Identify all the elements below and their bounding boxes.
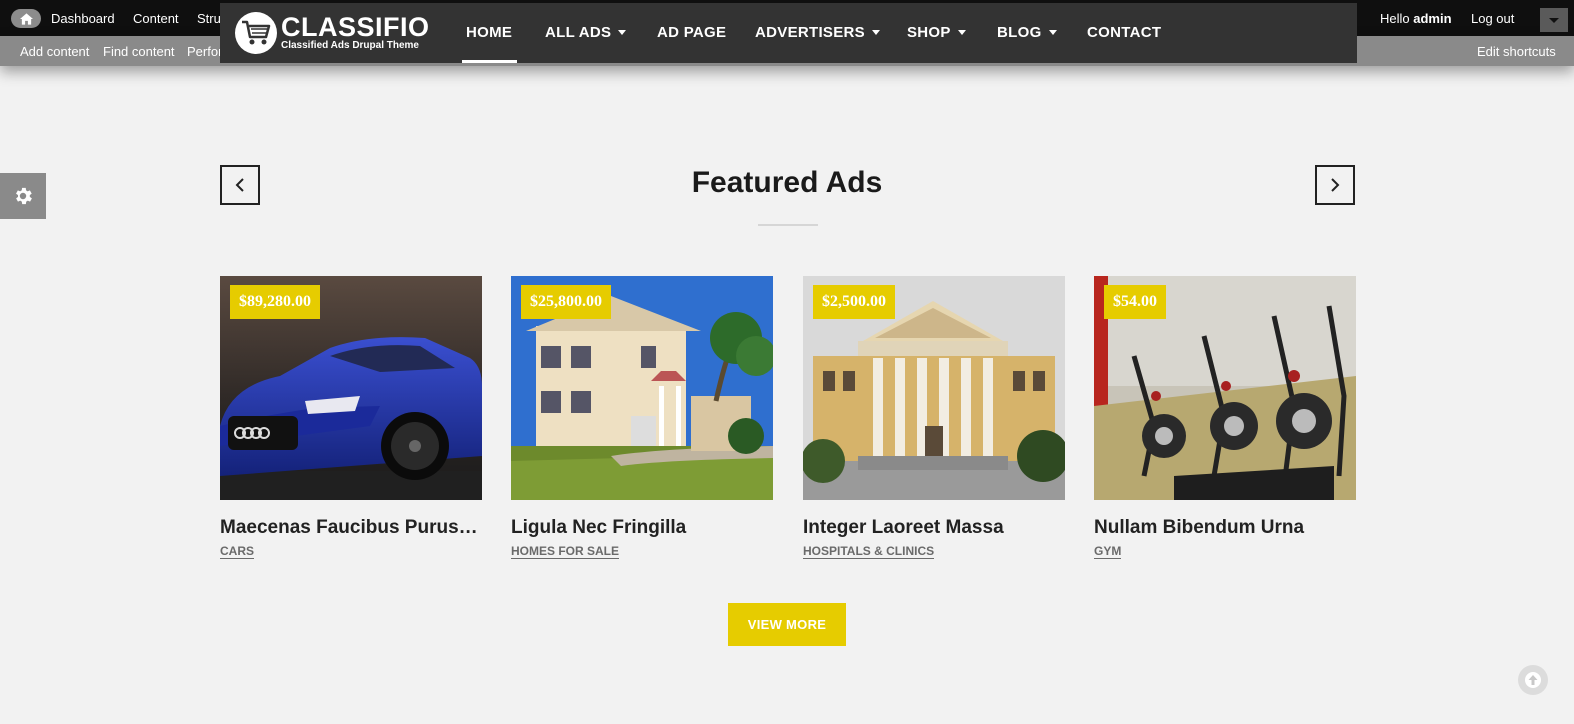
site-header: CLASSIFIO Classified Ads Drupal Theme HO… <box>220 3 1357 63</box>
hello-user: Hello admin <box>1380 11 1452 26</box>
nav-blog[interactable]: BLOG <box>997 24 1057 41</box>
caret-down-icon <box>618 30 627 35</box>
shortcut-performance[interactable]: Perfor <box>187 44 222 59</box>
nav-all-ads[interactable]: ALL ADS <box>545 24 627 41</box>
ad-card[interactable]: $25,800.00 Ligula Nec Fringilla HOMES FO… <box>511 276 773 559</box>
toolbar-dropdown-toggle[interactable] <box>1540 8 1568 32</box>
nav-shop[interactable]: SHOP <box>907 24 966 41</box>
arrow-up-icon <box>1525 672 1541 688</box>
nav-ad-page[interactable]: AD PAGE <box>657 24 726 41</box>
cart-logo-icon[interactable] <box>235 12 277 54</box>
ad-category-link[interactable]: HOMES FOR SALE <box>511 544 620 559</box>
logout-link[interactable]: Log out <box>1471 11 1514 26</box>
ad-image-gym[interactable]: $54.00 <box>1094 276 1356 500</box>
nav-contact[interactable]: CONTACT <box>1087 24 1161 41</box>
caret-down-icon <box>957 30 966 35</box>
price-badge: $89,280.00 <box>230 285 320 319</box>
section-title: Featured Ads <box>691 166 883 199</box>
view-more-button[interactable]: VIEW MORE <box>728 603 846 646</box>
ad-card[interactable]: $2,500.00 Integer Laoreet Massa HOSPITAL… <box>803 276 1065 559</box>
ad-title[interactable]: Integer Laoreet Massa <box>803 517 1065 539</box>
toolbar-structure-link[interactable]: Stru <box>197 11 221 26</box>
ad-category-link[interactable]: HOSPITALS & CLINICS <box>803 544 935 559</box>
username[interactable]: admin <box>1413 11 1451 26</box>
ad-card[interactable]: $89,280.00 Maecenas Faucibus Purus Ve...… <box>220 276 482 559</box>
nav-home[interactable]: HOME <box>466 24 512 41</box>
shortcut-add-content[interactable]: Add content <box>20 44 89 59</box>
ad-category-link[interactable]: GYM <box>1094 544 1122 559</box>
price-badge: $25,800.00 <box>521 285 611 319</box>
brand-name[interactable]: CLASSIFIO <box>281 13 430 41</box>
edit-shortcuts-link[interactable]: Edit shortcuts <box>1477 44 1556 59</box>
ad-card[interactable]: $54.00 Nullam Bibendum Urna GYM <box>1094 276 1356 559</box>
title-divider <box>758 224 818 226</box>
home-icon[interactable] <box>11 9 41 28</box>
brand-tagline: Classified Ads Drupal Theme <box>281 40 419 51</box>
ad-title[interactable]: Ligula Nec Fringilla <box>511 517 773 539</box>
ad-image-building[interactable]: $2,500.00 <box>803 276 1065 500</box>
price-badge: $54.00 <box>1104 285 1166 319</box>
ad-title[interactable]: Maecenas Faucibus Purus Ve... <box>220 517 482 539</box>
toolbar-content-link[interactable]: Content <box>133 11 179 26</box>
caret-down-icon <box>1048 30 1057 35</box>
chevron-down-icon <box>1549 17 1559 23</box>
active-nav-indicator <box>462 60 517 63</box>
ad-category-link[interactable]: CARS <box>220 544 255 559</box>
scroll-to-top-button[interactable] <box>1518 665 1548 695</box>
nav-advertisers[interactable]: ADVERTISERS <box>755 24 880 41</box>
ad-title[interactable]: Nullam Bibendum Urna <box>1094 517 1356 539</box>
caret-down-icon <box>872 30 880 35</box>
ad-image-car[interactable]: $89,280.00 <box>220 276 482 500</box>
shortcut-find-content[interactable]: Find content <box>103 44 175 59</box>
ad-image-house[interactable]: $25,800.00 <box>511 276 773 500</box>
toolbar-dashboard-link[interactable]: Dashboard <box>51 11 115 26</box>
price-badge: $2,500.00 <box>813 285 895 319</box>
